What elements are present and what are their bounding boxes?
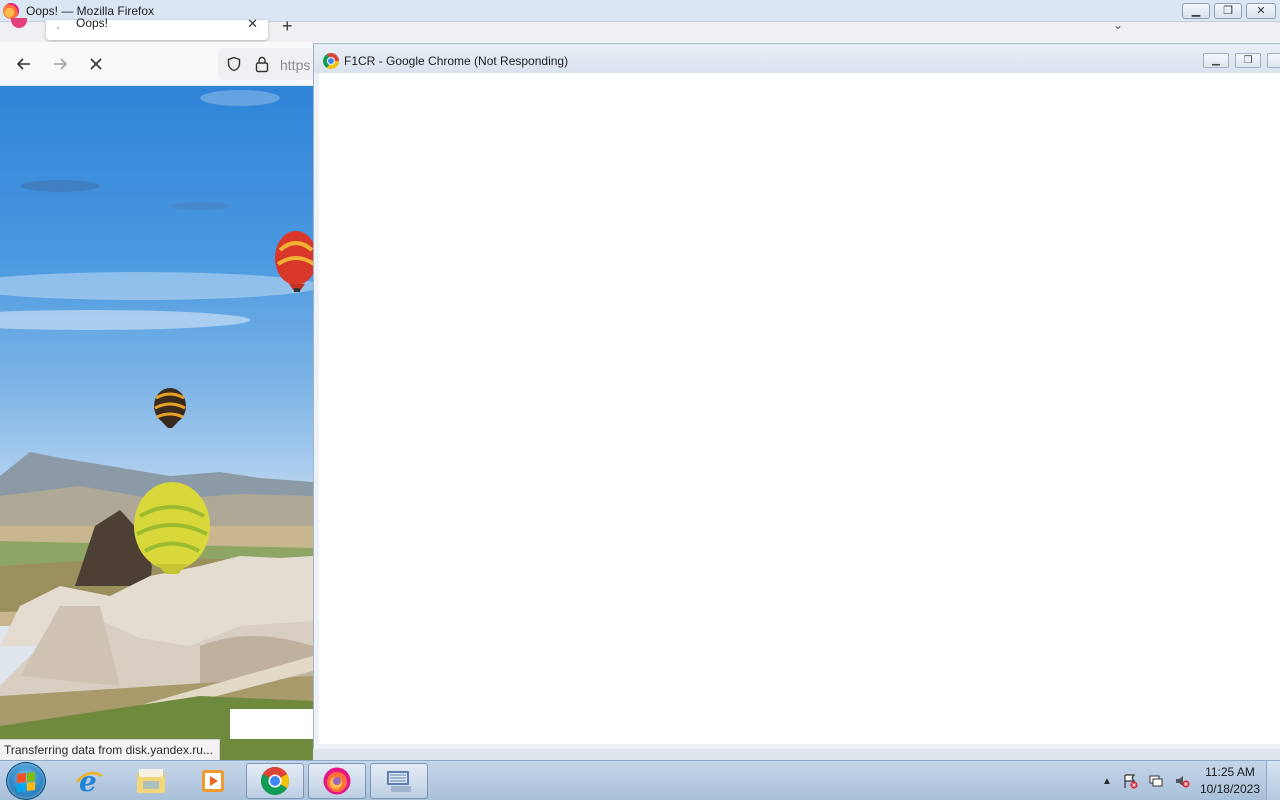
chrome-blank-content bbox=[319, 73, 1280, 744]
stop-x-icon bbox=[90, 58, 102, 70]
chrome-restore-button[interactable]: ❐ bbox=[1235, 53, 1261, 68]
tab-label: Oops! bbox=[76, 16, 109, 30]
forward-button[interactable] bbox=[46, 51, 74, 77]
tab-loading-icon: · bbox=[56, 20, 60, 34]
new-tab-button[interactable]: + bbox=[282, 16, 293, 37]
back-button[interactable] bbox=[10, 51, 38, 77]
minimize-button[interactable]: ▁ bbox=[1182, 3, 1210, 19]
taskbar-media-player[interactable] bbox=[184, 763, 242, 799]
clock-time: 11:25 AM bbox=[1205, 765, 1255, 779]
restore-button[interactable]: ❐ bbox=[1214, 3, 1242, 19]
status-panel: Transferring data from disk.yandex.ru... bbox=[0, 739, 220, 761]
network-icon[interactable] bbox=[1148, 773, 1164, 789]
firefox-taskbar-icon bbox=[323, 767, 351, 795]
chrome-window[interactable]: F1CR - Google Chrome (Not Responding) ▁ … bbox=[313, 43, 1280, 749]
chrome-window-controls: ▁ ❐ bbox=[1203, 53, 1280, 68]
tab-oops[interactable]: · Oops! ✕ bbox=[46, 16, 268, 40]
show-desktop-button[interactable] bbox=[1266, 761, 1280, 800]
taskbar-mozilla-firefox[interactable] bbox=[308, 763, 366, 799]
white-overlay-patch bbox=[230, 709, 314, 739]
taskbar-windows-explorer[interactable] bbox=[122, 763, 180, 799]
firefox-tabstrip: · Oops! ✕ + ⌄ bbox=[0, 16, 1280, 42]
firefox-logo-icon bbox=[3, 3, 19, 19]
close-button[interactable]: ✕ bbox=[1246, 3, 1276, 19]
firefox-window-controls: ▁ ❐ ✕ bbox=[1182, 3, 1276, 19]
chrome-titlebar[interactable]: F1CR - Google Chrome (Not Responding) ▁ … bbox=[314, 44, 1280, 73]
chrome-minimize-button[interactable]: ▁ bbox=[1203, 53, 1229, 68]
lock-icon[interactable] bbox=[254, 55, 270, 73]
chrome-close-button[interactable] bbox=[1267, 53, 1280, 68]
internet-explorer-icon: e bbox=[76, 766, 103, 796]
taskbar-google-chrome[interactable] bbox=[246, 763, 304, 799]
tracking-protection-shield-icon[interactable] bbox=[226, 56, 242, 72]
chrome-taskbar-icon bbox=[261, 767, 289, 795]
show-hidden-icons-chevron-icon[interactable]: ▲ bbox=[1102, 776, 1112, 787]
back-arrow-icon bbox=[16, 58, 30, 70]
taskbar: e ▲ 11:25 AM 10/18/2023 bbox=[0, 760, 1280, 800]
desktop: Oops! — Mozilla Firefox ▁ ❐ ✕ · Oops! ✕ … bbox=[0, 0, 1280, 800]
taskbar-internet-explorer[interactable]: e bbox=[60, 763, 118, 799]
svg-text:e: e bbox=[79, 766, 97, 796]
volume-muted-icon[interactable] bbox=[1174, 773, 1190, 789]
list-all-tabs-icon[interactable]: ⌄ bbox=[1113, 18, 1123, 32]
taskbar-on-screen-keyboard[interactable] bbox=[370, 763, 428, 799]
start-button[interactable] bbox=[6, 762, 46, 800]
url-text: https bbox=[280, 57, 311, 73]
windows-flag-icon bbox=[17, 772, 35, 792]
keyboard-icon bbox=[387, 771, 411, 792]
firefox-view-icon[interactable] bbox=[11, 18, 27, 28]
chrome-window-title: F1CR - Google Chrome (Not Responding) bbox=[344, 54, 569, 68]
system-tray: ▲ 11:25 AM 10/18/2023 bbox=[1102, 761, 1260, 800]
action-center-flag-icon[interactable] bbox=[1122, 773, 1138, 789]
media-player-icon bbox=[202, 770, 224, 792]
forward-arrow-icon bbox=[54, 58, 68, 70]
firefox-titlebar[interactable]: Oops! — Mozilla Firefox ▁ ❐ ✕ bbox=[0, 0, 1280, 22]
tab-close-icon[interactable]: ✕ bbox=[247, 16, 258, 32]
striped-balloon bbox=[154, 388, 186, 428]
chrome-logo-icon bbox=[323, 53, 339, 69]
folder-icon bbox=[137, 769, 165, 793]
stop-button[interactable] bbox=[82, 51, 110, 77]
clock-date: 10/18/2023 bbox=[1199, 782, 1260, 796]
taskbar-clock[interactable]: 11:25 AM 10/18/2023 bbox=[1200, 764, 1260, 798]
